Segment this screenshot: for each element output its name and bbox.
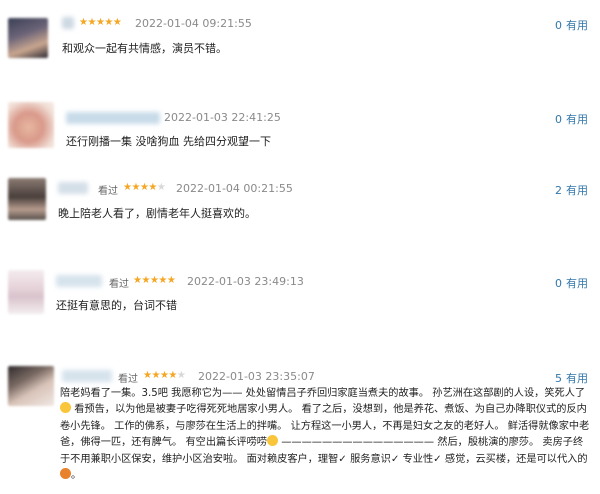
review-text: 还行刚播一集 没啥狗血 先给四分观望一下: [66, 135, 271, 148]
review-text-part: 。: [71, 470, 82, 482]
star-icon: ★: [156, 182, 166, 193]
rating-stars: ★★★★★: [79, 17, 122, 28]
useful-count: 5: [555, 372, 562, 385]
useful-label: 有用: [566, 277, 588, 290]
star-icon: ★: [131, 182, 140, 193]
review-date: 2022-01-03 22:41:25: [164, 111, 281, 124]
review-item: ★★★★★ 2022-01-04 09:21:55 0 有用 和观众一起有共情感，…: [0, 0, 600, 96]
review-item: 看过 ★★★★★ 2022-01-04 00:21:55 2 有用 晚上陪老人看了…: [0, 164, 600, 260]
review-item: 看过 ★★★★★ 2022-01-03 23:49:13 0 有用 还挺有意思的，…: [0, 260, 600, 356]
review-item: 看过 ★★★★★ 2022-01-03 23:35:07 5 有用 陪老妈看了一集…: [0, 356, 600, 494]
rating-stars: ★★★★★: [123, 182, 166, 193]
useful-count: 0: [555, 19, 562, 32]
star-icon: ★: [168, 370, 177, 381]
star-icon: ★: [158, 275, 167, 286]
username[interactable]: [62, 370, 112, 382]
username[interactable]: [62, 17, 74, 29]
useful-label: 有用: [566, 184, 588, 197]
star-icon: ★: [148, 182, 157, 193]
star-icon: ★: [176, 370, 186, 381]
review-text: 陪老妈看了一集。3.5吧 我愿称它为—— 处处留情吕子乔回归家庭当煮夫的故事。 …: [60, 386, 592, 484]
useful-label: 有用: [566, 113, 588, 126]
useful-button[interactable]: 0 有用: [555, 111, 588, 127]
avatar[interactable]: [8, 366, 54, 406]
star-icon: ★: [87, 17, 96, 28]
useful-label: 有用: [566, 19, 588, 32]
grinning-emoji-icon: [267, 435, 278, 447]
smiling-emoji-icon: [60, 468, 71, 480]
laughing-emoji-icon: [60, 402, 71, 414]
username[interactable]: [66, 112, 160, 124]
watched-label: 看过: [109, 279, 129, 290]
review-text: 晚上陪老人看了，剧情老年人挺喜欢的。: [58, 207, 256, 220]
avatar[interactable]: [8, 18, 48, 58]
review-date: 2022-01-04 00:21:55: [176, 182, 293, 195]
star-icon: ★: [151, 370, 160, 381]
useful-count: 0: [555, 277, 562, 290]
review-date: 2022-01-03 23:49:13: [187, 275, 304, 288]
watched-label: 看过: [118, 374, 138, 385]
review-date: 2022-01-03 23:35:07: [198, 370, 315, 383]
review-text-part: 陪老妈看了一集。3.5吧 我愿称它为—— 处处留情吕子乔回归家庭当煮夫的故事。 …: [60, 388, 586, 399]
username[interactable]: [58, 182, 88, 194]
review-text: 还挺有意思的，台词不错: [56, 299, 177, 312]
useful-button[interactable]: 2 有用: [555, 182, 588, 198]
useful-count: 2: [555, 184, 562, 197]
useful-button[interactable]: 5 有用: [555, 370, 588, 386]
star-icon: ★: [112, 17, 122, 28]
avatar[interactable]: [8, 178, 46, 220]
avatar[interactable]: [8, 102, 54, 148]
useful-label: 有用: [566, 372, 588, 385]
avatar[interactable]: [8, 270, 44, 314]
rating-stars: ★★★★★: [133, 275, 176, 286]
rating-stars: ★★★★★: [143, 370, 186, 381]
useful-button[interactable]: 0 有用: [555, 275, 588, 291]
review-date: 2022-01-04 09:21:55: [135, 17, 252, 30]
watched-label: 看过: [98, 186, 118, 197]
username[interactable]: [56, 275, 102, 287]
review-item: 2022-01-03 22:41:25 0 有用 还行刚播一集 没啥狗血 先给四分…: [0, 96, 600, 164]
star-icon: ★: [166, 275, 176, 286]
star-icon: ★: [141, 275, 150, 286]
star-icon: ★: [104, 17, 113, 28]
useful-button[interactable]: 0 有用: [555, 17, 588, 33]
review-text: 和观众一起有共情感，演员不错。: [62, 42, 227, 55]
useful-count: 0: [555, 113, 562, 126]
